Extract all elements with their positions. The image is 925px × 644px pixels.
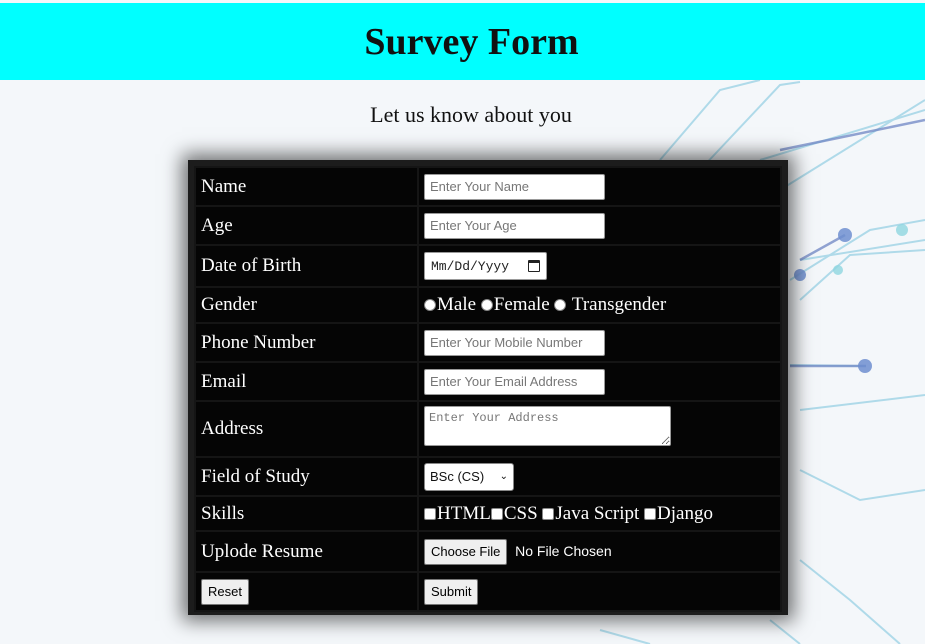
reset-cell: Reset [196, 573, 417, 610]
age-label: Age [196, 207, 417, 244]
form-row-email: Email [196, 363, 780, 400]
age-cell [419, 207, 780, 244]
skill-option-label: Java Script [555, 502, 640, 524]
form-row-phone: Phone Number [196, 324, 780, 361]
radio-transgender[interactable] [554, 299, 567, 311]
choose-file-button[interactable]: Choose File [424, 538, 508, 565]
page-header: Survey Form [0, 3, 925, 80]
reset-button[interactable]: Reset [201, 578, 249, 605]
checkbox-html[interactable] [424, 507, 436, 520]
field-of-study-cell: BSc (CS) ⌄ [419, 458, 780, 495]
checkbox-django[interactable] [644, 507, 657, 520]
gender-option-label: Transgender [571, 294, 667, 315]
skill-option-html[interactable]: HTML [424, 503, 491, 524]
radio-female[interactable] [480, 299, 493, 311]
page-title: Survey Form [364, 20, 579, 63]
date-of-birth-value: Mm/Dd/Yyyy [431, 258, 510, 274]
skill-option-label: HTML [437, 502, 491, 524]
submit-button[interactable]: Submit [424, 578, 479, 605]
form-row-address: Address [196, 402, 780, 456]
address-cell [419, 402, 780, 456]
form-row-field-of-study: Field of Study BSc (CS) ⌄ [196, 458, 780, 495]
gender-cell: Male Female Transgender [419, 288, 780, 322]
skill-option-label: Django [657, 502, 713, 524]
skill-option-css[interactable]: CSS [490, 502, 538, 524]
name-cell [419, 168, 780, 205]
name-label: Name [196, 168, 417, 205]
form-row-age: Age [196, 207, 780, 244]
field-of-study-select[interactable]: BSc (CS) ⌄ [424, 462, 514, 491]
name-input[interactable] [424, 173, 605, 200]
form-table: Name Age Date of Birth Mm/Dd/Yyyy Gender [194, 166, 782, 612]
skills-label: Skills [196, 497, 417, 530]
skill-option-javascript[interactable]: Java Script [542, 503, 639, 524]
form-row-dob: Date of Birth Mm/Dd/Yyyy [196, 246, 780, 286]
gender-option-transgender[interactable]: Transgender [554, 294, 666, 315]
calendar-icon[interactable] [528, 260, 540, 272]
phone-input[interactable] [424, 329, 605, 356]
skill-option-label: CSS [503, 502, 538, 524]
file-status-text: No File Chosen [515, 542, 612, 559]
gender-option-label: Female [493, 294, 550, 315]
submit-cell: Submit [419, 573, 780, 610]
gender-option-male[interactable]: Male [424, 294, 476, 315]
email-label: Email [196, 363, 417, 400]
dob-cell: Mm/Dd/Yyyy [419, 246, 780, 286]
survey-form: Name Age Date of Birth Mm/Dd/Yyyy Gender [188, 160, 788, 615]
page-subtitle: Let us know about you [370, 102, 572, 127]
age-input[interactable] [424, 212, 605, 239]
gender-option-label: Male [437, 294, 477, 315]
address-label: Address [196, 402, 417, 456]
gender-option-female[interactable]: Female [480, 294, 550, 315]
checkbox-css[interactable] [490, 507, 503, 520]
radio-male[interactable] [424, 299, 436, 311]
resume-cell: Choose File No File Chosen [419, 532, 780, 571]
date-of-birth-input[interactable]: Mm/Dd/Yyyy [424, 252, 547, 280]
form-row-buttons: Reset Submit [196, 573, 780, 610]
form-row-skills: Skills HTML CSS Java Script Django [196, 497, 780, 530]
form-row-name: Name [196, 168, 780, 205]
email-cell [419, 363, 780, 400]
skill-option-django[interactable]: Django [644, 503, 713, 524]
resume-label: Uplode Resume [196, 532, 417, 571]
chevron-down-icon: ⌄ [499, 471, 508, 482]
gender-label: Gender [196, 288, 417, 322]
field-of-study-label: Field of Study [196, 458, 417, 495]
skills-cell: HTML CSS Java Script Django [419, 497, 780, 530]
field-of-study-selected: BSc (CS) [430, 469, 485, 484]
form-row-resume: Uplode Resume Choose File No File Chosen [196, 532, 780, 571]
checkbox-javascript[interactable] [542, 507, 555, 520]
form-row-gender: Gender Male Female Transgender [196, 288, 780, 322]
phone-cell [419, 324, 780, 361]
email-input[interactable] [424, 368, 605, 395]
phone-label: Phone Number [196, 324, 417, 361]
address-textarea[interactable] [424, 406, 671, 446]
dob-label: Date of Birth [196, 246, 417, 286]
